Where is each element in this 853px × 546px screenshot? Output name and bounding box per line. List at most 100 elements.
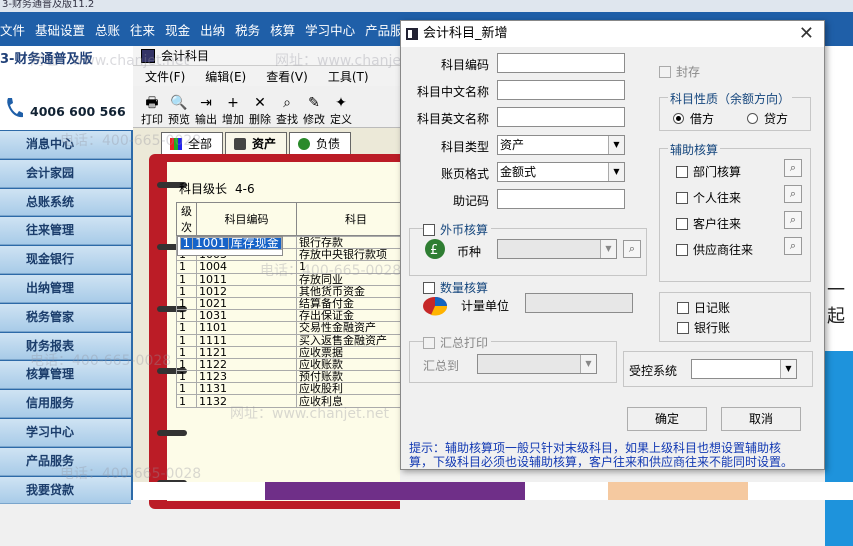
- menu-item[interactable]: 现金: [165, 20, 190, 39]
- aux-checkbox[interactable]: 个人往来: [676, 189, 741, 206]
- menu-item[interactable]: 学习中心: [305, 20, 355, 39]
- toolbar-button[interactable]: ⌕ 查找: [274, 87, 300, 127]
- cancel-button[interactable]: 取消: [721, 407, 801, 431]
- menu-item[interactable]: 出纳: [200, 20, 225, 39]
- define-icon: ✦: [335, 95, 347, 111]
- journal-checkbox[interactable]: 日记账: [677, 299, 730, 316]
- menu-item[interactable]: 文件: [0, 20, 25, 39]
- background-text: 一起: [827, 280, 845, 327]
- search-icon[interactable]: ⌕: [784, 237, 802, 255]
- cell-code: 1031: [196, 309, 297, 323]
- checkbox-box: [676, 243, 688, 256]
- nav-item[interactable]: 产品服务: [0, 447, 131, 476]
- debit-radio[interactable]: 借方: [673, 110, 714, 127]
- menu-item[interactable]: 基础设置: [35, 20, 85, 39]
- summary-to-select[interactable]: ▼: [477, 354, 597, 374]
- type-select[interactable]: 资产 ▼: [497, 135, 625, 155]
- mnemonic-field[interactable]: [497, 189, 625, 209]
- nav-item[interactable]: 财务报表: [0, 332, 131, 361]
- currency-select[interactable]: ▼: [497, 239, 617, 259]
- aux-checkbox[interactable]: 部门核算: [676, 163, 741, 180]
- search-icon[interactable]: ⌕: [784, 159, 802, 177]
- toolbar-button[interactable]: ✕ 删除: [247, 87, 273, 127]
- menu-item[interactable]: 核算: [270, 20, 295, 39]
- window-menu-item[interactable]: 工具(T): [328, 68, 369, 85]
- nav-item[interactable]: 税务管家: [0, 303, 131, 332]
- table-row[interactable]: 1 1132 应收利息: [176, 394, 416, 408]
- ok-button[interactable]: 确定: [627, 407, 707, 431]
- table-row[interactable]: 1 1101 交易性金融资产: [176, 321, 416, 335]
- table-row[interactable]: 1 1031 存出保证金: [176, 309, 416, 323]
- search-icon[interactable]: ⌕: [784, 185, 802, 203]
- preview-icon: 🔍: [170, 95, 188, 111]
- window-menu-item[interactable]: 查看(V): [266, 68, 308, 85]
- menu-item[interactable]: 总账: [95, 20, 120, 39]
- debit-label: 借方: [690, 112, 715, 126]
- cell-name: 存出保证金: [296, 309, 416, 323]
- assets-icon: [234, 137, 247, 150]
- tab-all[interactable]: 全部: [161, 132, 224, 154]
- cn-name-field[interactable]: [497, 80, 625, 100]
- window-menu-item[interactable]: 编辑(E): [205, 68, 246, 85]
- menu-item[interactable]: 往来: [130, 20, 155, 39]
- bank-journal-checkbox[interactable]: 银行账: [677, 319, 730, 336]
- controlled-select[interactable]: ▼: [691, 359, 797, 379]
- code-field[interactable]: [497, 53, 625, 73]
- tab-liabilities[interactable]: 负债: [289, 132, 352, 154]
- account-page: 科目级长4-6 级次 科目编码 科目 11001库存现金11002银行存款110…: [157, 162, 416, 501]
- toolbar-button-label: 删除: [249, 113, 271, 126]
- cell-lvl: 1: [176, 370, 197, 384]
- currency-label: 币种: [456, 245, 481, 259]
- table-row[interactable]: 1 1111 买入返售金融资产: [176, 333, 416, 347]
- close-icon[interactable]: ✕: [799, 21, 814, 47]
- nav-item[interactable]: 核算管理: [0, 361, 131, 390]
- aux-checkbox[interactable]: 客户往来: [676, 215, 741, 232]
- nav-item[interactable]: 总账系统: [0, 188, 131, 217]
- nav-item[interactable]: 现金银行: [0, 246, 131, 274]
- nav-item[interactable]: 消息中心: [0, 131, 131, 159]
- checkbox-box: [677, 301, 689, 314]
- aux-label: 部门核算: [693, 165, 742, 179]
- window-menu-item[interactable]: 文件(F): [145, 68, 185, 85]
- delete-icon: ✕: [254, 95, 266, 111]
- format-select[interactable]: 金额式 ▼: [497, 162, 625, 182]
- table-row[interactable]: 1 1004 1: [176, 260, 416, 274]
- unit-field[interactable]: [525, 293, 633, 313]
- toolbar-button[interactable]: 🖶 打印: [139, 87, 165, 127]
- account-table: 级次 科目编码 科目 11001库存现金11002银行存款11003存放中央银行…: [176, 202, 416, 408]
- cell-name: 预付账款: [296, 370, 416, 384]
- table-row[interactable]: 1 1131 应收股利: [176, 382, 416, 396]
- table-row[interactable]: 1 1021 结算备付金: [176, 296, 416, 311]
- binder-ring: [157, 430, 187, 436]
- search-icon[interactable]: ⌕: [784, 211, 802, 229]
- nav-item[interactable]: 出纳管理: [0, 274, 131, 303]
- credit-radio[interactable]: 贷方: [747, 110, 788, 127]
- edit-icon: ✎: [308, 95, 320, 111]
- nav-item[interactable]: 会计家园: [0, 159, 131, 188]
- table-row[interactable]: 1 1011 存放同业: [176, 272, 416, 286]
- nav-item[interactable]: 信用服务: [0, 390, 131, 418]
- table-row[interactable]: 1 1122 应收账款: [176, 357, 416, 372]
- summary-checkbox[interactable]: 汇总打印: [423, 334, 492, 351]
- tab-assets[interactable]: 资产: [225, 132, 288, 154]
- table-row[interactable]: 1 1012 其他货币资金: [176, 284, 416, 298]
- cell-lvl: 1: [176, 394, 197, 408]
- nav-item[interactable]: 学习中心: [0, 418, 131, 447]
- toolbar-button[interactable]: ✦ 定义: [328, 87, 354, 127]
- toolbar-button[interactable]: ⇥ 输出: [193, 87, 219, 127]
- table-row[interactable]: 1 1121 应收票据: [176, 345, 416, 359]
- toolbar-button[interactable]: + 增加: [220, 87, 246, 127]
- toolbar-button[interactable]: ✎ 修改: [301, 87, 327, 127]
- sealed-checkbox[interactable]: 封存: [659, 63, 700, 80]
- nav-item[interactable]: 往来管理: [0, 217, 131, 246]
- left-nav: 消息中心 会计家园 总账系统 往来管理 现金银行 出纳管理 税务管家 财务报表 核算管理 信用服务…: [0, 130, 133, 505]
- toolbar-button[interactable]: 🔍 预览: [166, 87, 192, 127]
- aux-checkbox[interactable]: 供应商往来: [676, 241, 753, 258]
- type-select-value: 资产: [500, 138, 525, 152]
- table-row[interactable]: 1 1123 预付账款: [176, 370, 416, 384]
- search-icon[interactable]: ⌕: [623, 240, 641, 258]
- menu-item[interactable]: 税务: [235, 20, 260, 39]
- nav-item[interactable]: 我要贷款: [0, 476, 131, 505]
- en-name-field[interactable]: [497, 107, 625, 127]
- table-row[interactable]: 1 1001 库存现金: [176, 236, 283, 256]
